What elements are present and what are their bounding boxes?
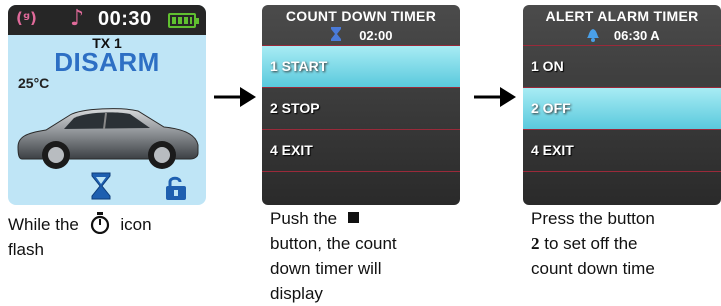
menu-divider: [262, 171, 460, 205]
menu-item-label: 2 OFF: [531, 100, 571, 116]
caption-text: Push the: [270, 209, 338, 228]
status-bar: (ᵍ) ♪ 00:30: [8, 5, 206, 35]
timer-readout: 02:00: [262, 26, 460, 43]
arrow-right-icon: [214, 87, 256, 107]
alarm-value: 06:30 A: [613, 28, 660, 43]
menu-item-label: 4 EXIT: [270, 142, 313, 158]
menu-item-on[interactable]: 1 ON: [523, 45, 721, 88]
alert-alarm-timer-screen: ALERT ALARM TIMER 06:30 A 1 ON 2 OFF 4 E…: [523, 5, 721, 205]
stopwatch-icon: [90, 212, 109, 234]
caption-text: down timer will: [270, 259, 382, 278]
temperature-readout: 25°C: [18, 75, 50, 91]
arrow-right-icon: [474, 87, 516, 107]
arm-state-label: DISARM: [54, 47, 160, 77]
signal-icon: (ᵍ): [16, 9, 37, 27]
caption-text: flash: [8, 240, 44, 259]
alarm-bell-icon: [587, 29, 600, 42]
car-image: [17, 108, 199, 169]
stop-button-icon: [347, 212, 359, 223]
caption-text: count down time: [531, 259, 655, 278]
caption-step-3: Press the button 2 to set off the count …: [531, 206, 717, 281]
menu-item-label: 2 STOP: [270, 100, 320, 116]
menu-item-stop[interactable]: 2 STOP: [262, 87, 460, 130]
caption-text: button, the count: [270, 234, 397, 253]
menu-item-start[interactable]: 1 START: [262, 45, 460, 88]
caption-text: Press the button: [531, 209, 655, 228]
menu-item-exit[interactable]: 4 EXIT: [523, 129, 721, 172]
menu-divider: [523, 171, 721, 205]
music-note-icon: ♪: [70, 6, 85, 31]
menu-item-off[interactable]: 2 OFF: [523, 87, 721, 130]
hourglass-icon: [330, 27, 341, 41]
timer-value: 02:00: [359, 28, 393, 43]
caption-text: While the: [8, 215, 79, 234]
menu-item-label: 4 EXIT: [531, 142, 574, 158]
menu-item-exit[interactable]: 4 EXIT: [262, 129, 460, 172]
count-down-timer-screen: COUNT DOWN TIMER 02:00 1 START 2 STOP 4 …: [262, 5, 460, 205]
screen-title: COUNT DOWN TIMER: [285, 8, 437, 24]
battery-icon: [168, 13, 199, 28]
screen-title: ALERT ALARM TIMER: [545, 8, 699, 24]
caption-text: to set off the: [539, 234, 638, 253]
hourglass-icon: [91, 172, 111, 200]
status-screen: (ᵍ) ♪ 00:30 TX 1 DISARM 25°C: [8, 5, 206, 205]
caption-button-number: 2: [531, 234, 540, 253]
menu-item-label: 1 START: [270, 58, 328, 74]
unlocked-padlock-icon: [166, 176, 186, 200]
alarm-readout: 06:30 A: [523, 26, 721, 43]
caption-step-1: While the icon flash: [8, 212, 258, 262]
menu-item-label: 1 ON: [531, 58, 564, 74]
caption-text: display: [270, 284, 323, 303]
caption-step-2: Push the button, the count down timer wi…: [270, 206, 460, 306]
clock-time: 00:30: [98, 8, 152, 30]
caption-text: icon: [120, 215, 152, 234]
